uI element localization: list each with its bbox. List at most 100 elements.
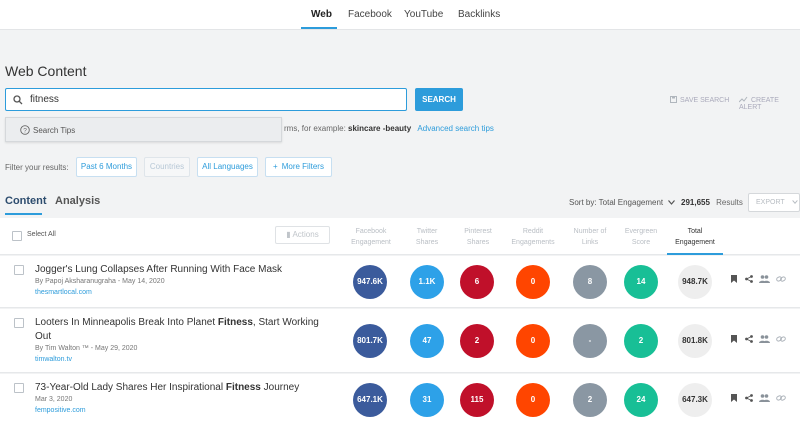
column-total-engagement[interactable]: Total Engagement (660, 226, 730, 248)
article-byline: Mar 3, 2020 (35, 396, 73, 403)
facebook-engagement-value: 801.7K (353, 324, 387, 358)
article-byline: By Tim Walton ™ - May 29, 2020 (35, 345, 138, 352)
search-input[interactable]: fitness (5, 88, 407, 111)
evergreen-score-value: 14 (624, 265, 658, 299)
evergreen-score-value: 24 (624, 383, 658, 417)
tab-web[interactable]: Web (311, 9, 332, 20)
table-row: 73-Year-Old Lady Shares Her Inspirationa… (0, 374, 800, 424)
create-alert-button[interactable]: CREATE ALERT (738, 96, 800, 111)
title-text: Journey (260, 382, 300, 393)
facebook-engagement-value: 947.6K (353, 265, 387, 299)
tab-content[interactable]: Content (5, 195, 47, 207)
users-icon[interactable] (759, 275, 770, 283)
search-hint: rms, for example: skincare -beauty Advan… (284, 124, 494, 133)
row-checkbox[interactable] (14, 265, 24, 275)
twitter-shares-value: 1.1K (410, 265, 444, 299)
total-engagement-value: 948.7K (678, 265, 712, 299)
sort-dropdown[interactable]: Sort by: Total Engagement (569, 198, 676, 207)
more-filters-button[interactable]: + More Filters (265, 157, 332, 177)
title-text: Looters In Minneapolis Break Into Planet (35, 317, 218, 328)
save-icon (670, 96, 677, 103)
tab-analysis[interactable]: Analysis (55, 195, 100, 207)
article-source-link[interactable]: timwalton.tv (35, 356, 72, 363)
save-search-label: SAVE SEARCH (680, 97, 730, 104)
subtab-indicator (5, 213, 42, 215)
users-icon[interactable] (759, 335, 770, 343)
total-engagement-value: 647.3K (678, 383, 712, 417)
title-text: 73-Year-Old Lady Shares Her Inspirationa… (35, 382, 226, 393)
share-icon[interactable] (745, 275, 753, 283)
bookmark-icon[interactable] (731, 275, 737, 283)
article-title-link[interactable]: 73-Year-Old Lady Shares Her Inspirationa… (35, 381, 335, 395)
select-all-checkbox[interactable] (12, 231, 22, 241)
question-icon: ? (20, 125, 30, 135)
sort-label: Sort by: Total Engagement (569, 198, 664, 207)
title-keyword: Fitness (217, 317, 253, 328)
export-button[interactable]: EXPORT (748, 193, 800, 212)
results-label: Results (716, 198, 743, 207)
article-title-link[interactable]: Jogger's Lung Collapses After Running Wi… (35, 263, 335, 277)
sort-column-indicator (667, 253, 723, 255)
save-search-button[interactable]: SAVE SEARCH (670, 96, 729, 104)
link-icon[interactable] (776, 335, 786, 343)
actions-button[interactable]: ▮ Actions (275, 226, 330, 244)
twitter-shares-value: 31 (410, 383, 444, 417)
tab-youtube[interactable]: YouTube (404, 9, 443, 20)
hint-prefix: rms, for example: (284, 124, 346, 133)
chevron-down-icon (668, 200, 676, 205)
export-label: EXPORT (756, 199, 785, 206)
countries-filter-button[interactable]: Countries (144, 157, 190, 177)
article-source-link[interactable]: fempositive.com (35, 407, 86, 414)
top-nav: Web Facebook YouTube Backlinks (0, 0, 800, 30)
search-dropdown: ? Search Tips (5, 117, 282, 142)
reddit-engagements-value: 0 (516, 265, 550, 299)
comment-icon: ▮ (286, 230, 291, 239)
row-checkbox[interactable] (14, 383, 24, 393)
share-icon[interactable] (745, 394, 753, 402)
search-button[interactable]: SEARCH (415, 88, 463, 111)
search-tips-item[interactable]: Search Tips (33, 126, 75, 135)
filter-label: Filter your results: (5, 163, 69, 172)
bookmark-icon[interactable] (731, 335, 737, 343)
article-byline: By Papoj Aksharanugraha - May 14, 2020 (35, 278, 165, 285)
table-row: Jogger's Lung Collapses After Running Wi… (0, 256, 800, 308)
column-label: Engagement (675, 239, 715, 246)
article-title-link[interactable]: Looters In Minneapolis Break Into Planet… (35, 316, 335, 344)
advanced-search-tips-link[interactable]: Advanced search tips (417, 124, 494, 133)
tab-facebook[interactable]: Facebook (348, 9, 392, 20)
table-row: Looters In Minneapolis Break Into Planet… (0, 309, 800, 373)
number-of-links-value: 2 (573, 383, 607, 417)
reddit-engagements-value: 0 (516, 324, 550, 358)
search-query[interactable]: fitness (30, 94, 59, 105)
article-source-link[interactable]: thesmartlocal.com (35, 289, 92, 296)
plus-icon: + (273, 162, 278, 171)
select-all-label: Select All (27, 231, 56, 238)
tab-backlinks[interactable]: Backlinks (458, 9, 500, 20)
search-icon (13, 95, 23, 105)
title-text: Jogger's Lung Collapses After Running Wi… (35, 264, 283, 275)
page-title: Web Content (5, 63, 87, 79)
link-icon[interactable] (776, 394, 786, 402)
facebook-engagement-value: 647.1K (353, 383, 387, 417)
languages-filter-button[interactable]: All Languages (197, 157, 258, 177)
number-of-links-value: 8 (573, 265, 607, 299)
results-count: 291,655 Results (681, 198, 743, 207)
pinterest-shares-value: 6 (460, 265, 494, 299)
evergreen-score-value: 2 (624, 324, 658, 358)
trend-icon (738, 96, 748, 103)
number-of-links-value: - (573, 324, 607, 358)
link-icon[interactable] (776, 275, 786, 283)
results-number: 291,655 (681, 198, 710, 207)
users-icon[interactable] (759, 394, 770, 402)
more-filters-label: More Filters (281, 162, 324, 171)
hint-example: skincare -beauty (348, 124, 412, 133)
title-keyword: Fitness (225, 382, 261, 393)
total-engagement-value: 801.8K (678, 324, 712, 358)
svg-text:?: ? (23, 127, 27, 134)
bookmark-icon[interactable] (731, 394, 737, 402)
share-icon[interactable] (745, 335, 753, 343)
pinterest-shares-value: 2 (460, 324, 494, 358)
row-checkbox[interactable] (14, 318, 24, 328)
chevron-down-icon (792, 200, 799, 204)
date-filter-button[interactable]: Past 6 Months (76, 157, 137, 177)
